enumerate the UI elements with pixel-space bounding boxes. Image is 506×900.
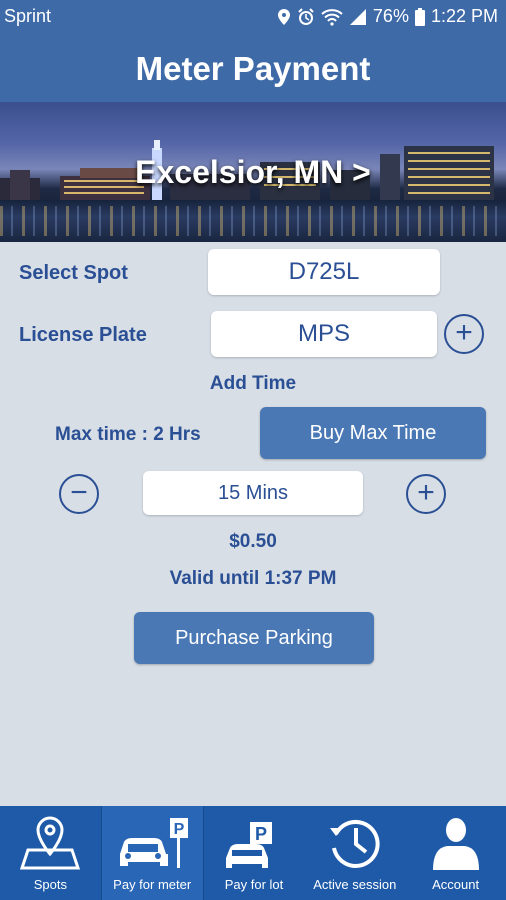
bottom-tab-bar: Spots P Pay for meter P Pay for lot Acti… bbox=[0, 806, 506, 900]
plus-icon: + bbox=[455, 316, 473, 349]
price-text: $0.50 bbox=[229, 531, 277, 552]
tab-active-session[interactable]: Active session bbox=[304, 806, 405, 900]
max-time-label: Max time : 2 Hrs bbox=[55, 424, 201, 445]
buy-max-time-button[interactable]: Buy Max Time bbox=[260, 407, 486, 459]
increase-time-button[interactable]: + bbox=[406, 474, 446, 514]
license-plate-label: License Plate bbox=[19, 324, 147, 346]
tab-label: Pay for lot bbox=[224, 877, 284, 892]
svg-text:P: P bbox=[174, 821, 185, 838]
clock-time: 1:22 PM bbox=[430, 6, 498, 26]
signal-icon bbox=[349, 8, 366, 25]
valid-until-text: Valid until 1:37 PM bbox=[169, 568, 337, 589]
carrier-name: Sprint bbox=[4, 6, 52, 26]
decrease-time-button[interactable]: − bbox=[59, 474, 99, 514]
alarm-icon bbox=[298, 7, 314, 25]
spot-field[interactable]: D725L bbox=[208, 249, 440, 295]
page-title: Meter Payment bbox=[135, 50, 371, 87]
tab-pay-for-lot[interactable]: P Pay for lot bbox=[204, 806, 305, 900]
battery-percent: 76% bbox=[372, 6, 409, 26]
river-reflection bbox=[0, 200, 506, 242]
add-time-heading: Add Time bbox=[209, 373, 297, 394]
car-parking-lot-icon: P bbox=[225, 822, 272, 868]
location-banner[interactable]: Excelsior, MN > bbox=[0, 102, 506, 242]
minus-icon: − bbox=[70, 476, 88, 509]
clock-icon bbox=[329, 819, 380, 868]
select-spot-label: Select Spot bbox=[19, 262, 128, 284]
tab-pay-for-meter[interactable]: P Pay for meter bbox=[100, 806, 204, 900]
purchase-parking-button[interactable]: Purchase Parking bbox=[134, 612, 374, 664]
wifi-icon bbox=[321, 8, 343, 26]
car-parking-meter-icon: P bbox=[120, 818, 189, 868]
duration-field[interactable]: 15 Mins bbox=[143, 471, 363, 515]
location-icon bbox=[277, 8, 290, 25]
title-bar: Meter Payment bbox=[0, 34, 506, 102]
license-plate-field[interactable]: MPS bbox=[211, 311, 437, 357]
plus-icon: + bbox=[417, 476, 435, 509]
tab-label: Pay for meter bbox=[113, 877, 192, 892]
tab-account[interactable]: Account bbox=[405, 806, 506, 900]
add-plate-button[interactable]: + bbox=[444, 314, 484, 354]
status-icons: 76% 1:22 PM bbox=[277, 6, 498, 27]
tab-label: Spots bbox=[33, 877, 68, 892]
person-icon bbox=[432, 818, 479, 870]
tab-label: Account bbox=[432, 877, 480, 892]
tab-label: Active session bbox=[313, 877, 397, 892]
location-name[interactable]: Excelsior, MN > bbox=[0, 154, 506, 191]
tab-spots[interactable]: Spots bbox=[0, 806, 101, 900]
svg-text:P: P bbox=[255, 824, 267, 844]
map-pin-icon bbox=[20, 816, 81, 870]
battery-icon bbox=[414, 7, 425, 26]
status-bar: Sprint 76% 1:22 PM bbox=[0, 0, 506, 34]
